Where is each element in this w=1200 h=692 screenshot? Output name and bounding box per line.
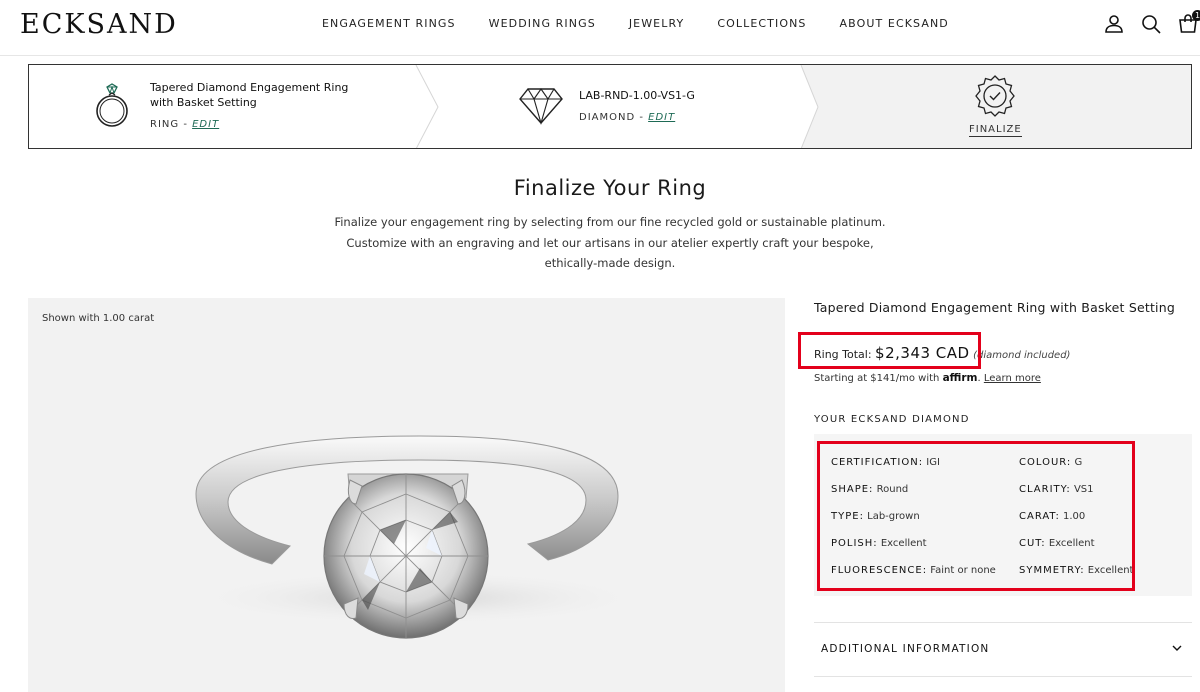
accordion-label: ADDITIONAL INFORMATION (821, 643, 990, 655)
price-highlight-box (798, 332, 981, 369)
nav-about-ecksand[interactable]: ABOUT ECKSAND (840, 17, 949, 30)
step-ring[interactable]: Tapered Diamond Engagement Ring with Bas… (29, 65, 424, 148)
step-divider (415, 65, 439, 148)
diamond-step-sub: DIAMOND - EDIT (579, 112, 779, 123)
product-name: Tapered Diamond Engagement Ring with Bas… (814, 300, 1175, 315)
search-icon[interactable] (1139, 12, 1163, 36)
ring-step-type: RING (150, 119, 180, 130)
user-icon[interactable] (1102, 12, 1126, 36)
ring-edit-link[interactable]: EDIT (192, 119, 219, 130)
nav-jewelry[interactable]: JEWELRY (629, 17, 685, 30)
site-header: ECKSAND ENGAGEMENT RINGS WEDDING RINGS J… (0, 0, 1200, 56)
ring-product-image (188, 435, 648, 639)
diamond-step-type: DIAMOND (579, 112, 636, 123)
nav-wedding-rings[interactable]: WEDDING RINGS (489, 17, 596, 30)
nav-engagement-rings[interactable]: ENGAGEMENT RINGS (322, 17, 456, 30)
financing-text: Starting at $141/mo with (814, 373, 940, 384)
ring-step-sub: RING - EDIT (150, 119, 360, 130)
step-divider (792, 65, 819, 148)
step-separator: - (179, 119, 193, 130)
diamond-section-label: YOUR ECKSAND DIAMOND (814, 414, 970, 425)
price-note: (diamond included) (973, 350, 1071, 361)
nav-collections[interactable]: COLLECTIONS (717, 17, 806, 30)
cart-icon[interactable]: 1 (1176, 10, 1200, 36)
builder-steps: FINALIZE LAB-RND-1.00-VS1-G DIAMOND - ED… (28, 64, 1192, 149)
page-title: Finalize Your Ring (513, 176, 707, 200)
product-image-panel: Shown with 1.00 carat (28, 298, 785, 692)
product-summary: Tapered Diamond Engagement Ring with Bas… (798, 300, 1194, 677)
specs-highlight-box (817, 441, 1135, 591)
affirm-logo: affirm (942, 372, 978, 384)
chevron-down-icon (1172, 645, 1182, 651)
step-finalize[interactable]: FINALIZE (801, 65, 1191, 148)
diamond-edit-link[interactable]: EDIT (648, 112, 675, 123)
financing-info: Starting at $141/mo with affirm. Learn m… (814, 372, 1041, 384)
site-logo[interactable]: ECKSAND (20, 9, 178, 40)
additional-info-accordion[interactable]: ADDITIONAL INFORMATION (814, 622, 1192, 676)
badge-check-icon (975, 75, 1015, 117)
header-actions: 1 (1089, 10, 1200, 36)
step-diamond[interactable]: LAB-RND-1.00-VS1-G DIAMOND - EDIT (424, 65, 819, 148)
ring-icon (96, 83, 128, 127)
divider (814, 676, 1192, 677)
page-intro: Finalize your engagement ring by selecti… (334, 215, 886, 270)
cart-count-badge: 1 (1192, 10, 1200, 21)
ring-step-title: Tapered Diamond Engagement Ring with Bas… (150, 81, 349, 109)
finalize-label: FINALIZE (969, 124, 1022, 137)
main-nav: ENGAGEMENT RINGS WEDDING RINGS JEWELRY C… (322, 17, 982, 30)
learn-more-link[interactable]: Learn more (984, 373, 1041, 384)
diamond-icon (519, 88, 563, 125)
step-separator: - (635, 112, 649, 123)
diamond-step-title: LAB-RND-1.00-VS1-G (579, 89, 695, 102)
